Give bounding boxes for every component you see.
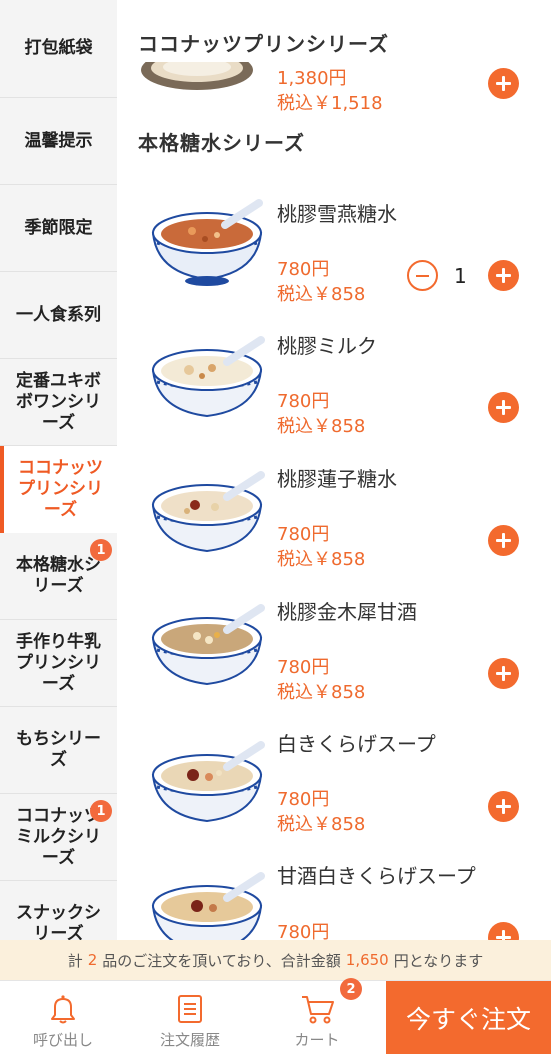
item-price: 780円	[277, 657, 330, 678]
sidebar-item-label: ココナッツプリンシリーズ	[18, 458, 103, 520]
item-price-tax: 税込￥1,518	[277, 93, 383, 114]
section-title: ココナッツプリンシリーズ	[138, 32, 389, 56]
sidebar-item-label: 一人食系列	[16, 304, 101, 325]
sidebar-item-coconut-pudding[interactable]: ココナッツプリンシリーズ	[0, 446, 117, 533]
cart-icon	[302, 996, 334, 1024]
dessert-image	[151, 604, 265, 686]
section-title: 本格糖水シリーズ	[138, 131, 305, 155]
sidebar-item-label: 温馨提示	[24, 130, 93, 151]
add-to-cart-button[interactable]	[488, 791, 519, 822]
dessert-image	[151, 471, 265, 553]
item-name: 白きくらげスープ	[277, 732, 436, 756]
sidebar-item-label: 打包紙袋	[24, 38, 93, 58]
sidebar-item-label: スナックシリーズ	[16, 903, 101, 940]
sidebar-item-milk-pudding[interactable]: 手作り牛乳プリンシリーズ	[0, 620, 117, 707]
sidebar-item-label: もちシリーズ	[16, 729, 101, 770]
sidebar-item-mochi[interactable]: もちシリーズ	[0, 707, 117, 794]
category-count-badge: 1	[90, 539, 112, 561]
add-to-cart-button[interactable]	[488, 392, 519, 423]
item-quantity: 1	[454, 264, 467, 288]
dessert-image	[151, 336, 265, 418]
add-to-cart-button[interactable]	[488, 260, 519, 291]
dessert-image	[141, 62, 253, 90]
notice-prefix: 計	[67, 951, 83, 970]
tab-label: 呼び出し	[32, 1031, 93, 1049]
order-summary-notice: 計 2 品のご注文を頂いており、合計金額 1,650 円となります	[0, 940, 551, 980]
add-to-cart-button[interactable]	[488, 68, 519, 99]
item-price: 780円	[277, 922, 330, 940]
category-count-badge: 1	[90, 800, 112, 822]
bottom-bar: 呼び出し 注文履歴 カート 2 今すぐ注文	[0, 978, 551, 1054]
sidebar-item-label: 手作り牛乳プリンシリーズ	[16, 631, 101, 694]
notice-middle: 品のご注文を頂いており、合計金額	[102, 951, 341, 970]
tab-label: カート	[294, 1031, 340, 1049]
cart-count-badge: 2	[340, 978, 362, 1000]
item-price-tax: 税込￥858	[277, 284, 366, 305]
item-name: 桃膠ミルク	[277, 334, 377, 358]
sidebar-item-single-serving[interactable]: 一人食系列	[0, 272, 117, 359]
item-name: 桃膠金木犀甘酒	[277, 600, 417, 624]
dessert-image	[151, 741, 265, 823]
notice-suffix: 円となります	[393, 951, 484, 970]
sidebar-item-paper-bag[interactable]: 打包紙袋	[0, 0, 117, 98]
sticky-header: ココナッツプリンシリーズ	[117, 0, 551, 62]
sidebar-item-label: 季節限定	[24, 217, 93, 238]
bell-icon	[51, 995, 75, 1024]
sidebar-item-notice[interactable]: 温馨提示	[0, 98, 117, 185]
add-to-cart-button[interactable]	[488, 658, 519, 689]
item-price: 780円	[277, 259, 330, 280]
add-to-cart-button[interactable]	[488, 922, 519, 940]
item-price-tax: 税込￥858	[277, 549, 366, 570]
item-price: 780円	[277, 391, 330, 412]
category-sidebar: 打包紙袋 温馨提示 季節限定 一人食系列 定番ユキボボワンシリーズ ココナッツプ…	[0, 0, 117, 940]
item-price: 780円	[277, 789, 330, 810]
dessert-image	[151, 199, 263, 286]
sidebar-item-snack[interactable]: スナックシリーズ	[0, 881, 117, 940]
item-price-tax: 税込￥858	[277, 814, 366, 835]
sidebar-item-label: 定番ユキボボワンシリーズ	[16, 370, 101, 433]
tab-label: 注文履歴	[159, 1031, 220, 1049]
item-price: 1,380円	[277, 68, 347, 89]
item-price-tax: 税込￥858	[277, 682, 366, 703]
sidebar-item-yukibobo[interactable]: 定番ユキボボワンシリーズ	[0, 359, 117, 446]
dessert-image	[151, 872, 265, 940]
order-now-button[interactable]: 今すぐ注文	[386, 981, 551, 1054]
item-count: 2	[87, 951, 98, 969]
sidebar-item-seasonal[interactable]: 季節限定	[0, 185, 117, 272]
item-price-tax: 税込￥858	[277, 416, 366, 437]
total-amount: 1,650	[345, 951, 389, 969]
item-name: 桃膠雪燕糖水	[277, 202, 397, 226]
sidebar-item-label: 本格糖水シリーズ	[16, 555, 101, 596]
tab-call-staff[interactable]: 呼び出し	[8, 981, 118, 1054]
item-name: 甘酒白きくらげスープ	[277, 864, 476, 888]
item-price: 780円	[277, 524, 330, 545]
add-to-cart-button[interactable]	[488, 525, 519, 556]
product-list: 1,380円 税込￥1,518 ココナッツプリンシリーズ 本格糖水シリーズ 桃膠…	[117, 0, 551, 940]
decrease-quantity-button[interactable]	[407, 260, 438, 291]
order-history-icon	[178, 995, 202, 1023]
item-name: 桃膠蓮子糖水	[277, 467, 397, 491]
tab-order-history[interactable]: 注文履歴	[135, 981, 245, 1054]
